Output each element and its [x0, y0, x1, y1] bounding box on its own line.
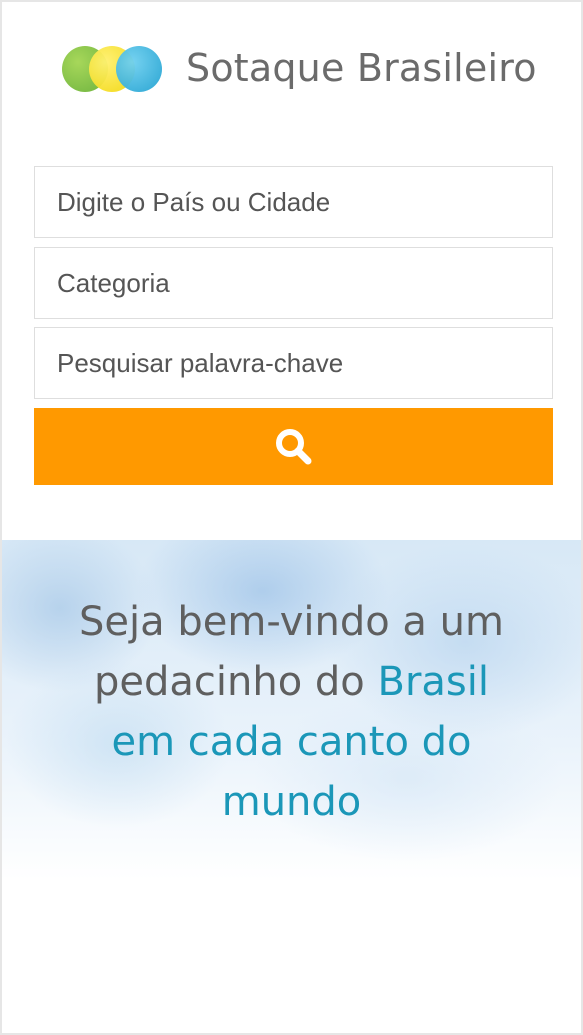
headline-line-1: Seja bem-vindo a um [79, 599, 504, 645]
headline-line-4: mundo [221, 779, 362, 825]
category-select[interactable]: Categoria [34, 247, 553, 319]
search-icon [275, 428, 311, 464]
category-placeholder: Categoria [57, 267, 170, 298]
header: Sotaque Brasileiro [2, 2, 581, 142]
country-city-placeholder: Digite o País ou Cidade [57, 186, 331, 217]
logo-blue-circle-icon [116, 46, 162, 92]
country-city-input[interactable]: Digite o País ou Cidade [34, 166, 553, 238]
brand-name[interactable]: Sotaque Brasileiro [186, 46, 537, 90]
logo[interactable] [62, 46, 166, 94]
page-frame: Sotaque Brasileiro Digite o País ou Cida… [0, 0, 583, 1035]
headline-line-2: pedacinho do Brasil [2, 652, 581, 712]
headline-accent-brasil: Brasil [377, 659, 489, 705]
hero-headline: Seja bem-vindo a um pedacinho do Brasil … [2, 592, 581, 832]
headline-line-3: em cada canto do [111, 719, 472, 765]
keyword-input[interactable]: Pesquisar palavra-chave [34, 327, 553, 399]
search-button[interactable] [34, 408, 553, 485]
headline-line-2-text: pedacinho do [94, 659, 378, 705]
keyword-placeholder: Pesquisar palavra-chave [57, 347, 344, 378]
